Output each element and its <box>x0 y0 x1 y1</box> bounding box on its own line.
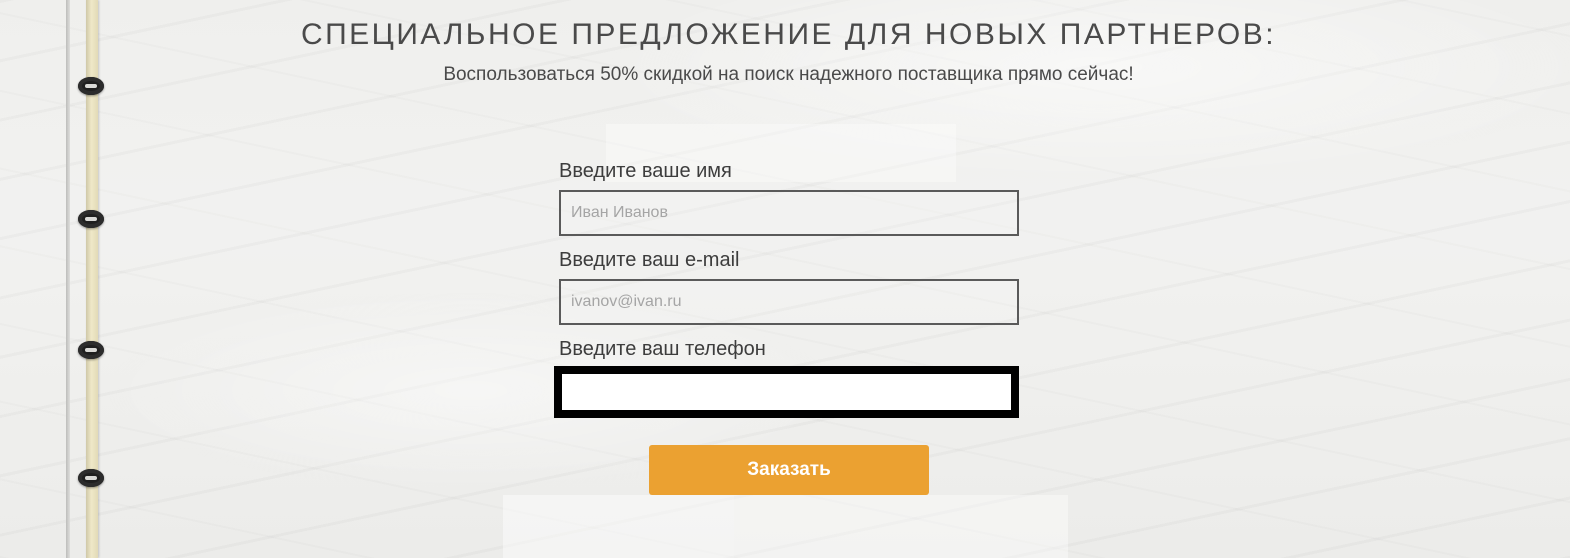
name-label: Введите ваше имя <box>559 160 732 182</box>
page-title: СПЕЦИАЛЬНОЕ ПРЕДЛОЖЕНИЕ ДЛЯ НОВЫХ ПАРТНЕ… <box>300 18 1277 51</box>
order-button[interactable]: Заказать <box>649 445 929 495</box>
binder-ring-icon <box>78 469 104 487</box>
phone-label: Введите ваш телефон <box>559 338 766 360</box>
name-input[interactable] <box>559 190 1019 236</box>
phone-input[interactable] <box>554 366 1019 418</box>
background-patch <box>503 495 734 558</box>
page-subtitle: Воспользоваться 50% скидкой на поиск над… <box>443 64 1134 85</box>
email-input[interactable] <box>559 279 1019 325</box>
email-label: Введите ваш e-mail <box>559 249 740 271</box>
binder-ring-icon <box>78 210 104 228</box>
background-patch <box>734 495 1068 558</box>
binder-ring-icon <box>78 341 104 359</box>
